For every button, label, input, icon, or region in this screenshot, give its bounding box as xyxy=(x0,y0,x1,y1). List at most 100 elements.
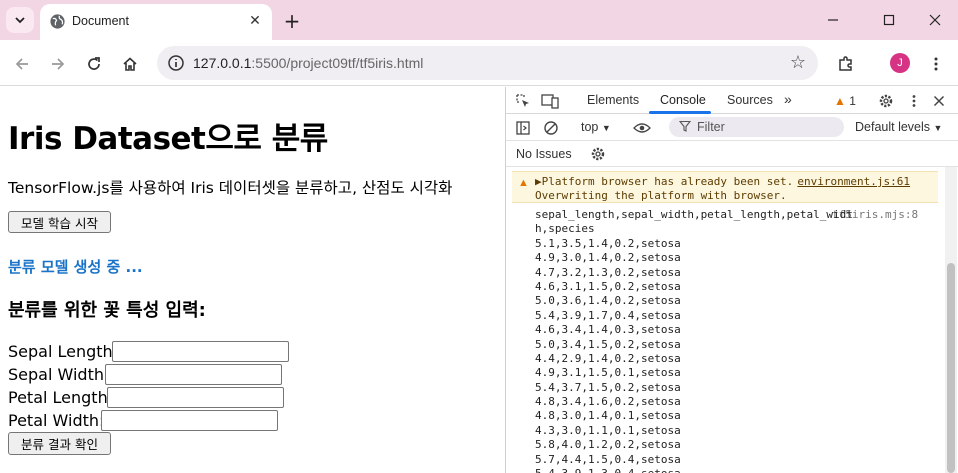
scrollbar-thumb[interactable] xyxy=(947,263,955,473)
browser-menu-button[interactable] xyxy=(923,51,949,77)
log-line: 5.7,4.4,1.5,0.4,setosa xyxy=(535,452,681,466)
arrow-left-icon xyxy=(15,58,28,70)
new-tab-button[interactable]: + xyxy=(280,9,304,33)
warning-source-link[interactable]: environment.js:61 xyxy=(797,175,910,188)
minimize-icon xyxy=(828,19,838,21)
bookmark-star-icon[interactable]: ☆ xyxy=(790,52,806,73)
devtools-panel: Elements Console Sources » ▲ 1 top ▼ Fil… xyxy=(505,87,958,473)
warning-icon: ▲ xyxy=(834,94,846,108)
profile-avatar[interactable]: J xyxy=(890,53,910,73)
log-line: 4.4,2.9,1.4,0.2,setosa xyxy=(535,351,681,365)
url-path: :5500/project09tf/tf5iris.html xyxy=(251,55,424,71)
warning-text[interactable]: ▶Platform browser has already been set. … xyxy=(535,175,793,203)
dropdown-caret-icon: ▼ xyxy=(601,123,611,133)
tab-search-button[interactable] xyxy=(6,7,34,33)
log-levels-select[interactable]: Default levels ▼ xyxy=(855,120,942,134)
log-line: 4.3,3.0,1.1,0.1,setosa xyxy=(535,423,681,437)
levels-caret-icon: ▼ xyxy=(933,123,943,133)
log-line: 4.6,3.1,1.5,0.2,setosa xyxy=(535,279,681,293)
console-settings-gear-icon[interactable] xyxy=(589,145,607,163)
filter-input[interactable]: Filter xyxy=(669,117,844,137)
tab-document[interactable]: Document ✕ xyxy=(40,4,272,40)
address-bar[interactable]: 127.0.0.1:5500/project09tf/tf5iris.html … xyxy=(157,46,818,80)
live-expression-eye-icon[interactable] xyxy=(633,119,651,137)
page-description: TensorFlow.js를 사용하여 Iris 데이터셋을 분류하고, 산점도… xyxy=(8,179,453,197)
extensions-button[interactable] xyxy=(833,51,859,77)
sepal-width-label: Sepal Width: xyxy=(8,365,110,384)
log-message: sepal_length,sepal_width,petal_length,pe… xyxy=(535,208,853,473)
log-line: 5.4,3.7,1.5,0.2,setosa xyxy=(535,380,681,394)
form-heading: 분류를 위한 꽃 특성 입력: xyxy=(8,300,206,321)
kebab-menu-icon xyxy=(934,57,938,71)
log-line: 4.9,3.1,1.5,0.1,setosa xyxy=(535,366,681,380)
petal-width-label: Petal Width: xyxy=(8,411,105,430)
site-info-icon[interactable] xyxy=(166,53,186,73)
log-line: 4.8,3.0,1.4,0.1,setosa xyxy=(535,409,681,423)
tab-sources[interactable]: Sources xyxy=(727,93,773,107)
console-scrollbar[interactable] xyxy=(945,167,957,473)
chevron-down-icon xyxy=(15,17,25,24)
log-line: 5.0,3.6,1.4,0.2,setosa xyxy=(535,294,681,308)
petal-length-input[interactable] xyxy=(107,387,284,408)
petal-length-label: Petal Length: xyxy=(8,388,114,407)
warning-triangle-icon: ▲ xyxy=(518,177,529,189)
tab-strip: Document ✕ + xyxy=(0,0,958,40)
settings-gear-icon[interactable] xyxy=(877,92,895,110)
petal-width-input[interactable] xyxy=(101,410,278,431)
console-toolbar: top ▼ Filter Default levels ▼ xyxy=(506,114,958,141)
puzzle-icon xyxy=(839,56,852,71)
back-button[interactable] xyxy=(9,51,35,77)
log-levels-value: Default levels xyxy=(855,120,931,134)
log-line: 4.8,3.4,1.6,0.2,setosa xyxy=(535,395,681,409)
tab-console[interactable]: Console xyxy=(660,93,706,107)
url-text: 127.0.0.1:5500/project09tf/tf5iris.html xyxy=(193,55,423,71)
log-line: 4.9,3.0,1.4,0.2,setosa xyxy=(535,251,681,265)
device-toolbar-icon[interactable] xyxy=(541,92,559,110)
home-icon xyxy=(123,57,137,71)
home-button[interactable] xyxy=(117,51,143,77)
log-line: 4.7,3.2,1.3,0.2,setosa xyxy=(535,265,681,279)
check-result-button[interactable]: 분류 결과 확인 xyxy=(8,432,111,455)
forward-button[interactable] xyxy=(45,51,71,77)
console-output: ▲ ▶Platform browser has already been set… xyxy=(506,167,958,473)
minimize-button[interactable] xyxy=(820,8,846,32)
log-line: 5.1,3.5,1.4,0.2,setosa xyxy=(535,236,681,250)
devtools-menu-icon[interactable] xyxy=(905,92,923,110)
close-icon xyxy=(929,14,941,26)
reload-button[interactable] xyxy=(81,51,107,77)
maximize-icon xyxy=(883,14,895,26)
warning-count: 1 xyxy=(849,94,856,108)
clear-console-icon[interactable] xyxy=(542,119,560,137)
devtools-tabbar: Elements Console Sources » ▲ 1 xyxy=(506,87,958,114)
filter-placeholder: Filter xyxy=(697,120,725,134)
warning-message: ▲ ▶Platform browser has already been set… xyxy=(512,171,938,203)
train-model-button[interactable]: 모델 학습 시작 xyxy=(8,211,111,233)
tab-close-icon[interactable]: ✕ xyxy=(246,12,264,30)
issues-text[interactable]: No Issues xyxy=(516,147,572,161)
filter-icon xyxy=(679,120,691,132)
warning-line-1: ▶Platform browser has already been set. xyxy=(535,175,794,188)
tab-elements[interactable]: Elements xyxy=(587,93,639,107)
context-value: top xyxy=(581,120,599,134)
sepal-width-input[interactable] xyxy=(105,364,282,385)
context-select[interactable]: top ▼ xyxy=(581,120,611,134)
devtools-close-icon[interactable] xyxy=(930,92,948,110)
log-line: h,species xyxy=(535,222,595,236)
status-text: 분류 모델 생성 중 ... xyxy=(8,258,143,276)
warning-counter[interactable]: ▲ 1 xyxy=(834,94,856,108)
maximize-button[interactable] xyxy=(876,8,902,32)
browser-toolbar: 127.0.0.1:5500/project09tf/tf5iris.html … xyxy=(0,40,958,86)
url-host: 127.0.0.1 xyxy=(193,55,252,71)
close-window-button[interactable] xyxy=(922,8,948,32)
sidebar-toggle-icon[interactable] xyxy=(514,119,532,137)
inspect-element-icon[interactable] xyxy=(514,92,532,110)
sepal-length-input[interactable] xyxy=(112,341,289,362)
log-line: 4.6,3.4,1.4,0.3,setosa xyxy=(535,323,681,337)
tab-title: Document xyxy=(72,14,129,28)
log-line: 5.8,4.0,1.2,0.2,setosa xyxy=(535,438,681,452)
log-line: 5.4,3.9,1.7,0.4,setosa xyxy=(535,308,681,322)
reload-icon xyxy=(88,57,100,70)
page-content: Iris Dataset으로 분류 TensorFlow.js를 사용하여 Ir… xyxy=(0,87,505,473)
more-tabs-icon[interactable]: » xyxy=(784,91,792,107)
arrow-right-icon xyxy=(52,58,65,70)
